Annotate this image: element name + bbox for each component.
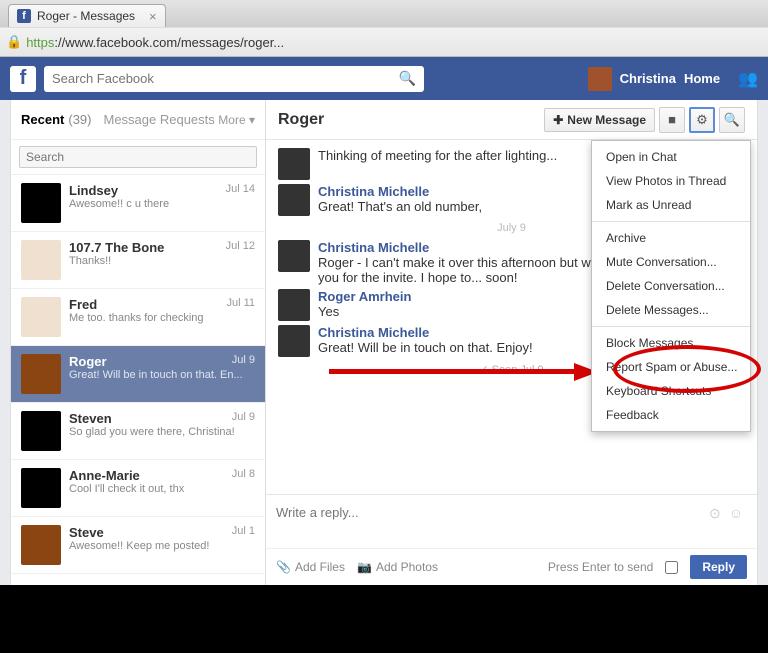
recent-label[interactable]: Recent: [21, 112, 64, 127]
dollar-icon[interactable]: ⊙: [709, 505, 721, 522]
conversation-time: Jul 11: [226, 297, 255, 312]
thread-pane: Roger ✚ New Message ■ ⚙ 🔍 Thinking of me…: [266, 100, 757, 585]
conversation-list: Lindsey Jul 14Awesome!! c u there 107.7 Th…: [11, 175, 265, 574]
avatar: [21, 240, 61, 280]
facebook-header: f 🔍 Christina Home 👥: [0, 57, 768, 100]
sidebar-search-input[interactable]: [19, 146, 257, 168]
conversation-name: Anne-Marie: [69, 468, 140, 483]
avatar[interactable]: [588, 67, 612, 91]
avatar: [278, 184, 310, 216]
new-message-button[interactable]: ✚ New Message: [544, 108, 655, 132]
url-text[interactable]: https://www.facebook.com/messages/roger.…: [26, 35, 284, 50]
facebook-favicon: f: [17, 9, 31, 23]
dropdown-item[interactable]: Report Spam or Abuse...: [592, 355, 750, 379]
conversation-time: Jul 8: [232, 468, 255, 483]
search-wrap: 🔍: [44, 66, 424, 92]
sidebar-search-wrap: [11, 140, 265, 175]
tab-bar: f Roger - Messages ×: [0, 0, 768, 27]
press-enter-checkbox[interactable]: [665, 561, 678, 574]
dropdown-item[interactable]: Delete Conversation...: [592, 274, 750, 298]
conversation-name: Fred: [69, 297, 97, 312]
thread-title: Roger: [278, 111, 324, 129]
avatar: [21, 411, 61, 451]
compose-bar: 📎 Add Files 📷 Add Photos Press Enter to …: [266, 548, 757, 585]
friends-icon[interactable]: 👥: [738, 69, 758, 89]
conversation-snippet: Thanks!!: [69, 255, 255, 267]
conversation-snippet: Great! Will be in touch on that. En...: [69, 369, 255, 381]
press-enter-label: Press Enter to send: [548, 560, 653, 574]
dropdown-item[interactable]: Keyboard Shortcuts: [592, 379, 750, 403]
conversation-snippet: So glad you were there, Christina!: [69, 426, 255, 438]
conversation-snippet: Awesome!! Keep me posted!: [69, 540, 255, 552]
conversation-snippet: Me too. thanks for checking: [69, 312, 255, 324]
compose-area: ⊙ ☺ 📎 Add Files 📷 Add Photos Press Enter…: [266, 494, 757, 585]
avatar: [278, 289, 310, 321]
avatar: [278, 240, 310, 272]
conversation-time: Jul 1: [232, 525, 255, 540]
search-icon[interactable]: 🔍: [399, 70, 416, 87]
reply-input[interactable]: [266, 495, 757, 543]
dropdown-item[interactable]: Feedback: [592, 403, 750, 427]
dropdown-item[interactable]: Archive: [592, 226, 750, 250]
close-icon[interactable]: ×: [149, 9, 157, 24]
tab-title: Roger - Messages: [37, 9, 135, 23]
search-thread-icon[interactable]: 🔍: [719, 107, 745, 133]
avatar: [21, 297, 61, 337]
avatar: [278, 325, 310, 357]
reply-button[interactable]: Reply: [690, 555, 747, 579]
conversation-name: 107.7 The Bone: [69, 240, 164, 255]
dropdown-item[interactable]: Mark as Unread: [592, 193, 750, 217]
conversation-time: Jul 12: [226, 240, 255, 255]
browser-tab[interactable]: f Roger - Messages ×: [8, 4, 166, 27]
conversation-name: Roger: [69, 354, 107, 369]
conversation-name: Steven: [69, 411, 112, 426]
avatar: [21, 183, 61, 223]
actions-dropdown: Open in ChatView Photos in ThreadMark as…: [591, 140, 751, 432]
dropdown-item[interactable]: Mute Conversation...: [592, 250, 750, 274]
thread-header: Roger ✚ New Message ■ ⚙ 🔍: [266, 100, 757, 140]
content: Recent (39) Message Requests More ▾ Lind…: [10, 100, 758, 585]
conversation-time: Jul 9: [232, 354, 255, 369]
username[interactable]: Christina: [620, 71, 676, 86]
conversation-item[interactable]: Steve Jul 1Awesome!! Keep me posted!: [11, 517, 265, 574]
dropdown-item[interactable]: Open in Chat: [592, 145, 750, 169]
conversation-snippet: Cool I'll check it out, thx: [69, 483, 255, 495]
conversation-name: Lindsey: [69, 183, 118, 198]
conversation-time: Jul 14: [226, 183, 255, 198]
conversation-item[interactable]: Fred Jul 11Me too. thanks for checking: [11, 289, 265, 346]
browser-window: f Roger - Messages × 🔒 https://www.faceb…: [0, 0, 768, 585]
avatar: [21, 468, 61, 508]
message-requests[interactable]: Message Requests: [103, 112, 214, 127]
conversation-item[interactable]: Steven Jul 9So glad you were there, Chris…: [11, 403, 265, 460]
sidebar: Recent (39) Message Requests More ▾ Lind…: [11, 100, 266, 585]
conversation-name: Steve: [69, 525, 104, 540]
gear-icon[interactable]: ⚙: [689, 107, 715, 133]
add-photos-button[interactable]: 📷 Add Photos: [357, 560, 438, 574]
lock-icon: 🔒: [6, 34, 22, 50]
url-bar: 🔒 https://www.facebook.com/messages/roge…: [0, 27, 768, 57]
conversation-item[interactable]: Lindsey Jul 14Awesome!! c u there: [11, 175, 265, 232]
avatar: [21, 354, 61, 394]
conversation-item[interactable]: Anne-Marie Jul 8Cool I'll check it out, t…: [11, 460, 265, 517]
add-files-button[interactable]: 📎 Add Files: [276, 560, 345, 574]
recent-count: (39): [68, 112, 91, 127]
conversation-snippet: Awesome!! c u there: [69, 198, 255, 210]
conversation-item[interactable]: 107.7 The Bone Jul 12Thanks!!: [11, 232, 265, 289]
dropdown-item[interactable]: Block Messages...: [592, 331, 750, 355]
home-link[interactable]: Home: [684, 71, 720, 86]
facebook-logo[interactable]: f: [10, 66, 36, 92]
dropdown-item[interactable]: View Photos in Thread: [592, 169, 750, 193]
search-input[interactable]: [52, 71, 399, 86]
conversation-time: Jul 9: [232, 411, 255, 426]
video-icon[interactable]: ■: [659, 107, 685, 133]
avatar: [21, 525, 61, 565]
avatar: [278, 148, 310, 180]
emoji-icon[interactable]: ☺: [729, 505, 743, 522]
app-content: f 🔍 Christina Home 👥 Recent (39) Message…: [0, 57, 768, 585]
conversation-item[interactable]: Roger Jul 9Great! Will be in touch on tha…: [11, 346, 265, 403]
more-menu[interactable]: More ▾: [218, 113, 255, 127]
sidebar-header: Recent (39) Message Requests More ▾: [11, 100, 265, 140]
dropdown-item[interactable]: Delete Messages...: [592, 298, 750, 322]
